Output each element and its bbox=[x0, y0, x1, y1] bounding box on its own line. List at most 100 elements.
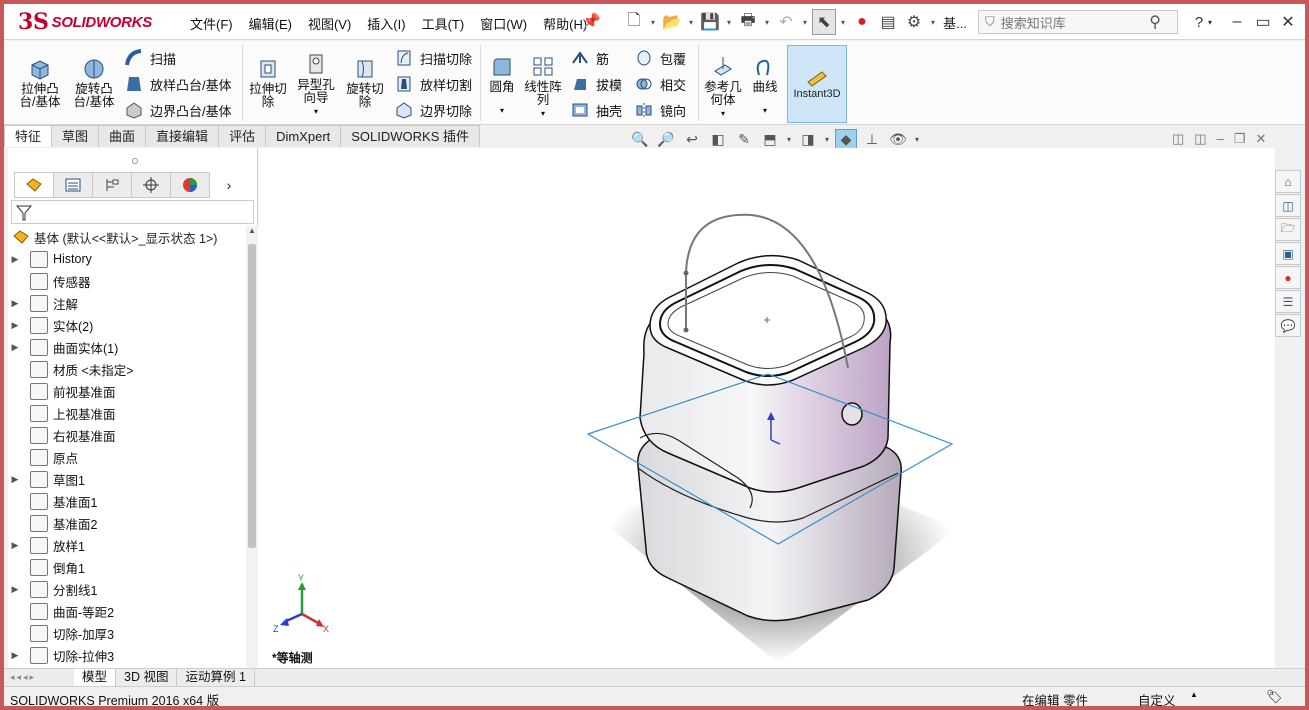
tab-direct-editing[interactable]: 直接编辑 bbox=[145, 125, 220, 147]
file-properties-icon[interactable]: ▤ bbox=[876, 9, 900, 35]
tree-item[interactable]: ▶ 分割线1 bbox=[8, 578, 244, 600]
feature-tree-filter[interactable] bbox=[11, 200, 254, 224]
maximize-icon[interactable]: ▭ bbox=[1250, 10, 1276, 34]
search-icon[interactable]: ⚲ bbox=[1149, 12, 1161, 32]
appearances-icon[interactable]: ● bbox=[1275, 266, 1301, 289]
expand-arrow-icon[interactable]: ▶ bbox=[8, 584, 22, 595]
zoom-to-area-icon[interactable]: 🔎 bbox=[655, 129, 677, 149]
rib-button[interactable]: 筋 bbox=[570, 45, 622, 71]
tree-item[interactable]: ▶ 切除-拉伸3 bbox=[8, 644, 244, 666]
lofted-cut-button[interactable]: 放样切割 bbox=[394, 71, 472, 97]
pin-icon[interactable]: 📌 bbox=[582, 12, 601, 30]
status-tag-icon[interactable]: 🏷 bbox=[1266, 689, 1283, 705]
tab-evaluate[interactable]: 评估 bbox=[218, 125, 267, 147]
graphics-viewport[interactable]: Y X Z *等轴测 bbox=[258, 148, 1275, 668]
extrude-boss-button[interactable]: 拉伸凸 台/基体 bbox=[16, 55, 64, 109]
swept-cut-button[interactable]: 扫描切除 bbox=[394, 45, 472, 71]
intersect-button[interactable]: 相交 bbox=[634, 71, 686, 97]
undo-icon[interactable]: ↶ bbox=[774, 9, 798, 35]
design-library-icon[interactable]: ◫ bbox=[1275, 194, 1301, 217]
fillet-button[interactable]: 圆角 ▾ bbox=[484, 53, 520, 117]
select-dropdown-icon[interactable]: ▾ bbox=[838, 18, 848, 27]
view-orientation-icon[interactable]: ⬒ bbox=[759, 129, 781, 149]
panel-left-icon[interactable]: ◫ bbox=[1172, 131, 1184, 147]
curves-dropdown-icon[interactable]: ▾ bbox=[763, 104, 767, 117]
custom-properties-icon[interactable]: ☰ bbox=[1275, 290, 1301, 313]
save-icon[interactable]: 💾 bbox=[698, 9, 722, 35]
hole-wizard-dropdown-icon[interactable]: ▾ bbox=[314, 105, 318, 118]
instant3d-button[interactable]: Instant3D bbox=[787, 45, 847, 123]
viewport-restore-icon[interactable]: ❐ bbox=[1234, 131, 1246, 147]
draft-button[interactable]: 拔模 bbox=[570, 71, 622, 97]
options-gear-icon[interactable]: ⚙ bbox=[902, 9, 926, 35]
view-palette-icon[interactable]: ▣ bbox=[1275, 242, 1301, 265]
tree-item[interactable]: ▶ 放样1 bbox=[8, 534, 244, 556]
viewport-minimize-icon[interactable]: – bbox=[1217, 131, 1224, 147]
tree-item[interactable]: 基准面2 bbox=[8, 512, 244, 534]
expand-arrow-icon[interactable]: ▶ bbox=[8, 254, 22, 265]
tab-surfaces[interactable]: 曲面 bbox=[98, 125, 147, 147]
menu-window[interactable]: 窗口(W) bbox=[472, 14, 535, 33]
print-dropdown-icon[interactable]: ▾ bbox=[762, 18, 772, 27]
view-orientation-dropdown-icon[interactable]: ▾ bbox=[785, 129, 793, 149]
view-settings-dropdown-icon[interactable]: ▾ bbox=[913, 129, 921, 149]
tree-item[interactable]: 材质 <未指定> bbox=[8, 358, 244, 380]
tab-model[interactable]: 模型 bbox=[74, 669, 117, 686]
configuration-manager-tab-icon[interactable] bbox=[92, 172, 132, 198]
shell-button[interactable]: 抽壳 bbox=[570, 97, 622, 123]
expand-arrow-icon[interactable]: ▶ bbox=[8, 474, 22, 485]
expand-arrow-icon[interactable]: ▶ bbox=[8, 540, 22, 551]
curves-button[interactable]: 曲线 ▾ bbox=[746, 53, 784, 117]
viewport-close-icon[interactable]: ✕ bbox=[1255, 131, 1266, 147]
tree-item[interactable]: 曲面-等距2 bbox=[8, 600, 244, 622]
solidworks-resources-home-icon[interactable]: ⌂ bbox=[1275, 170, 1301, 193]
shaded-with-edges-icon[interactable]: ◆ bbox=[835, 129, 857, 149]
expand-arrow-icon[interactable]: ▶ bbox=[8, 320, 22, 331]
search-knowledge-base-input[interactable]: ⛉ 搜索知识库 ⚲ bbox=[978, 10, 1178, 34]
fillet-dropdown-icon[interactable]: ▾ bbox=[500, 104, 504, 117]
select-cursor-icon[interactable]: ⬉ bbox=[812, 9, 836, 35]
linear-pattern-button[interactable]: 线性阵 列 ▾ bbox=[522, 53, 564, 120]
menu-edit[interactable]: 编辑(E) bbox=[241, 14, 300, 33]
scrollbar-thumb[interactable] bbox=[248, 244, 256, 548]
tree-root-part[interactable]: 基体 (默认<<默认>_显示状态 1>) bbox=[12, 226, 217, 248]
boundary-boss-button[interactable]: 边界凸台/基体 bbox=[124, 97, 232, 123]
tab-features[interactable]: 特征 bbox=[4, 125, 53, 147]
tab-dimxpert[interactable]: DimXpert bbox=[265, 125, 342, 147]
panel-splitter-handle[interactable] bbox=[132, 158, 138, 164]
tab-scroll-arrows-icon[interactable]: ◂◂◂▸ bbox=[4, 672, 74, 683]
undo-dropdown-icon[interactable]: ▾ bbox=[800, 18, 810, 27]
scroll-up-icon[interactable]: ▲ bbox=[246, 226, 258, 238]
tree-item[interactable]: 前视基准面 bbox=[8, 380, 244, 402]
tab-motion-study-1[interactable]: 运动算例 1 bbox=[177, 669, 255, 686]
tree-item[interactable]: ▶ 注解 bbox=[8, 292, 244, 314]
revolve-cut-button[interactable]: 旋转切 除 bbox=[342, 55, 388, 109]
tab-addins[interactable]: SOLIDWORKS 插件 bbox=[340, 125, 481, 147]
mirror-button[interactable]: 镜向 bbox=[634, 97, 686, 123]
hide-show-items-icon[interactable]: ⊥ bbox=[861, 129, 883, 149]
hole-wizard-button[interactable]: 异型孔 向导 ▾ bbox=[294, 51, 338, 118]
units-dropdown-icon[interactable]: ▲ bbox=[1190, 690, 1198, 699]
boundary-cut-button[interactable]: 边界切除 bbox=[394, 97, 472, 123]
rebuild-traffic-light-icon[interactable]: ● bbox=[850, 9, 874, 35]
close-icon[interactable]: ✕ bbox=[1275, 10, 1301, 34]
print-icon[interactable]: 🖶 bbox=[736, 9, 760, 35]
menu-insert[interactable]: 插入(I) bbox=[359, 14, 413, 33]
ref-geometry-dropdown-icon[interactable]: ▾ bbox=[721, 107, 725, 120]
tree-item[interactable]: 传感器 bbox=[8, 270, 244, 292]
solidworks-logo[interactable]: 3S SOLIDWORKS bbox=[18, 8, 160, 36]
expand-arrow-icon[interactable]: ▶ bbox=[8, 342, 22, 353]
dimxpert-manager-tab-icon[interactable] bbox=[131, 172, 171, 198]
new-dropdown-icon[interactable]: ▾ bbox=[648, 18, 658, 27]
options-dropdown-icon[interactable]: ▾ bbox=[928, 18, 938, 27]
open-folder-icon[interactable]: 📂 bbox=[660, 9, 684, 35]
save-dropdown-icon[interactable]: ▾ bbox=[724, 18, 734, 27]
display-manager-tab-icon[interactable] bbox=[170, 172, 210, 198]
tree-item[interactable]: ▶ 草图1 bbox=[8, 468, 244, 490]
revolve-boss-button[interactable]: 旋转凸 台/基体 bbox=[70, 55, 118, 109]
display-style-dropdown-icon[interactable]: ▾ bbox=[823, 129, 831, 149]
tab-3d-views[interactable]: 3D 视图 bbox=[116, 669, 178, 686]
tree-item[interactable]: 倒角1 bbox=[8, 556, 244, 578]
menu-view[interactable]: 视图(V) bbox=[300, 14, 359, 33]
tree-item[interactable]: 切除-加厚3 bbox=[8, 622, 244, 644]
